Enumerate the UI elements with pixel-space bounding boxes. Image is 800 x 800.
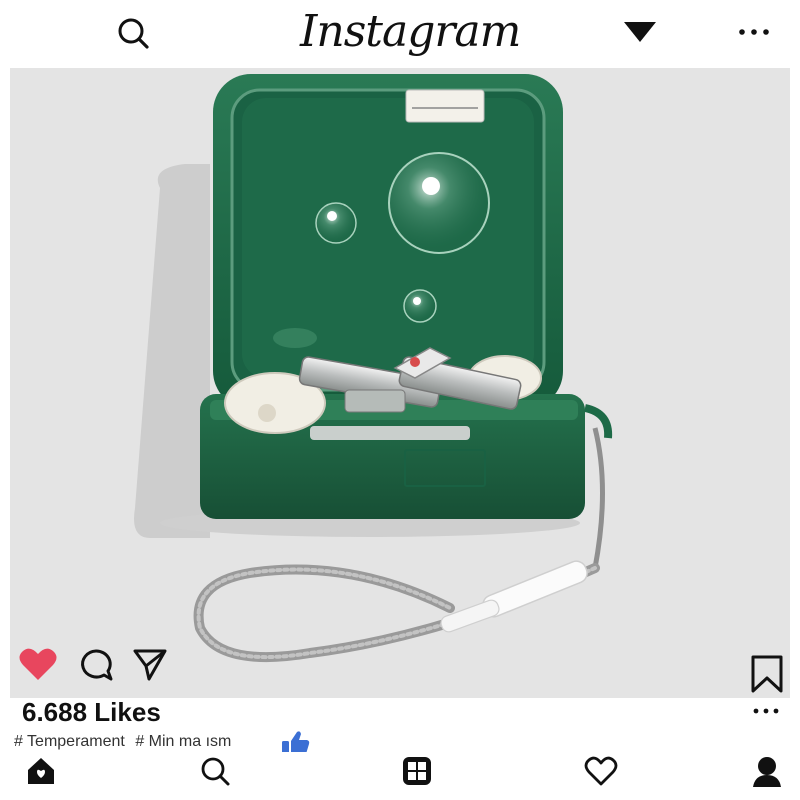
- likes-count[interactable]: 6.688 Likes: [22, 696, 161, 728]
- earbuds-case-photo: [134, 74, 613, 663]
- hashtag[interactable]: # Temperament: [14, 733, 125, 750]
- home-icon[interactable]: [24, 754, 58, 788]
- hashtag[interactable]: # Min ma ısm: [135, 733, 231, 750]
- heart-filled-icon[interactable]: [18, 646, 58, 682]
- new-post-icon[interactable]: [400, 754, 434, 788]
- heart-outline-icon[interactable]: [584, 754, 618, 788]
- bookmark-icon[interactable]: [750, 654, 784, 694]
- top-bar: Instagram: [0, 0, 800, 66]
- search-icon[interactable]: [198, 754, 232, 788]
- more-horizontal-icon[interactable]: [737, 26, 771, 38]
- caption-hashtags: # Temperament # Min ma ısm: [14, 730, 237, 754]
- app-title: Instagram: [300, 6, 521, 57]
- send-icon[interactable]: [132, 646, 168, 682]
- triangle-down-icon[interactable]: [622, 20, 658, 44]
- search-icon[interactable]: [114, 14, 152, 52]
- bottom-nav: [0, 752, 800, 800]
- post-image[interactable]: [10, 68, 790, 698]
- comment-icon[interactable]: [78, 648, 114, 682]
- profile-icon[interactable]: [750, 754, 784, 788]
- more-horizontal-icon[interactable]: [752, 706, 780, 716]
